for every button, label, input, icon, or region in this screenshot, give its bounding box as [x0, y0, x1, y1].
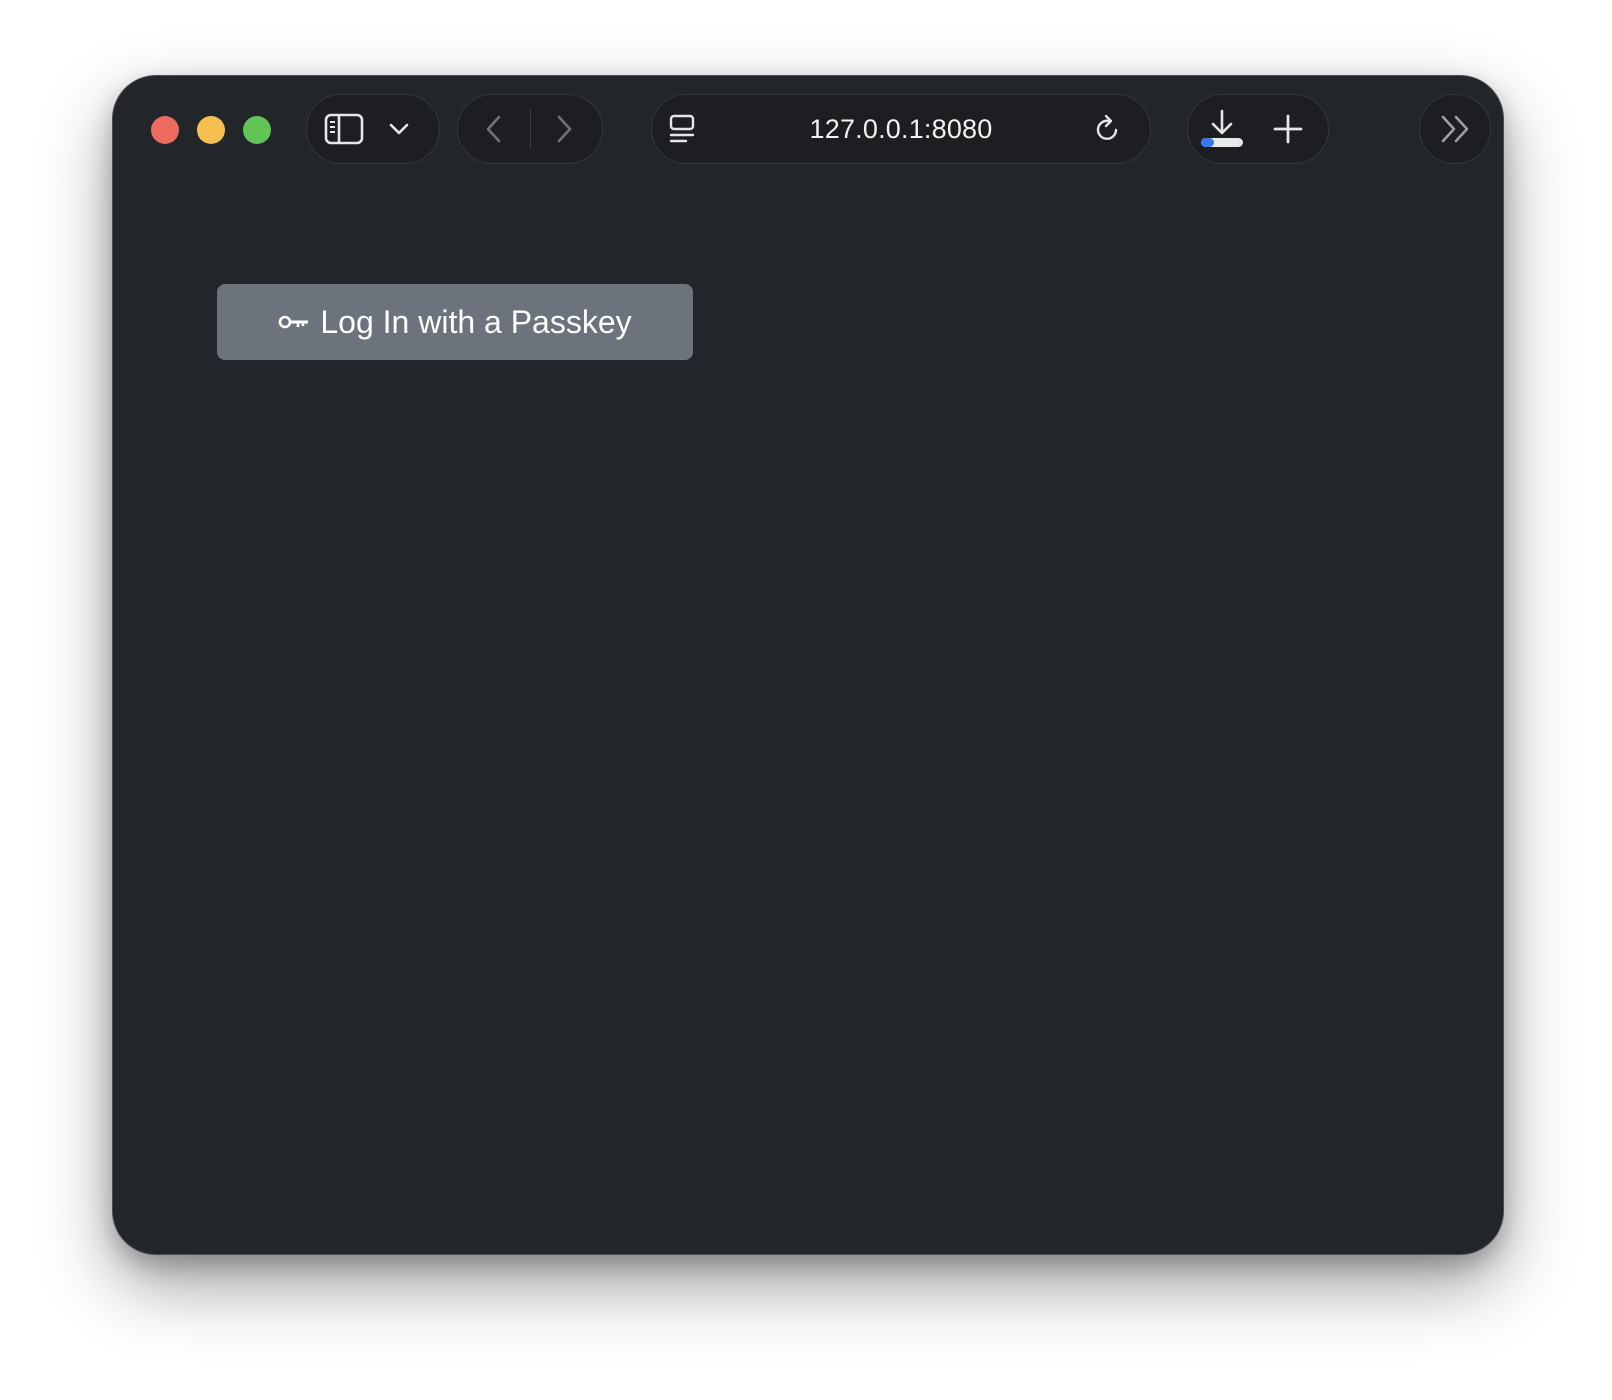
nav-divider: [530, 109, 531, 149]
navigation-group: [457, 94, 603, 164]
sidebar-icon[interactable]: [323, 112, 365, 146]
address-text[interactable]: 127.0.0.1:8080: [652, 95, 1150, 163]
key-icon: [278, 312, 310, 332]
plus-icon[interactable]: [1272, 113, 1304, 145]
minimize-window-button[interactable]: [197, 116, 225, 144]
address-bar[interactable]: 127.0.0.1:8080: [651, 94, 1151, 164]
browser-toolbar: 127.0.0.1:8080: [113, 76, 1503, 186]
toolbar-actions-group: [1187, 94, 1329, 164]
double-chevron-right-icon[interactable]: [1438, 113, 1474, 145]
zoom-window-button[interactable]: [243, 116, 271, 144]
reload-icon[interactable]: [1092, 113, 1124, 145]
sidebar-control-group: [306, 94, 440, 164]
close-window-button[interactable]: [151, 116, 179, 144]
browser-window: 127.0.0.1:8080 Log In with a Passkey: [112, 75, 1504, 1255]
passkey-login-button[interactable]: Log In with a Passkey: [217, 284, 693, 360]
passkey-login-label: Log In with a Passkey: [320, 303, 632, 340]
chevron-left-icon[interactable]: [478, 113, 510, 145]
page-content: Log In with a Passkey: [113, 186, 1503, 1254]
download-icon[interactable]: [1198, 107, 1246, 151]
chevron-right-icon[interactable]: [548, 113, 580, 145]
overflow-group: [1419, 94, 1491, 164]
chevron-down-icon[interactable]: [385, 117, 413, 141]
